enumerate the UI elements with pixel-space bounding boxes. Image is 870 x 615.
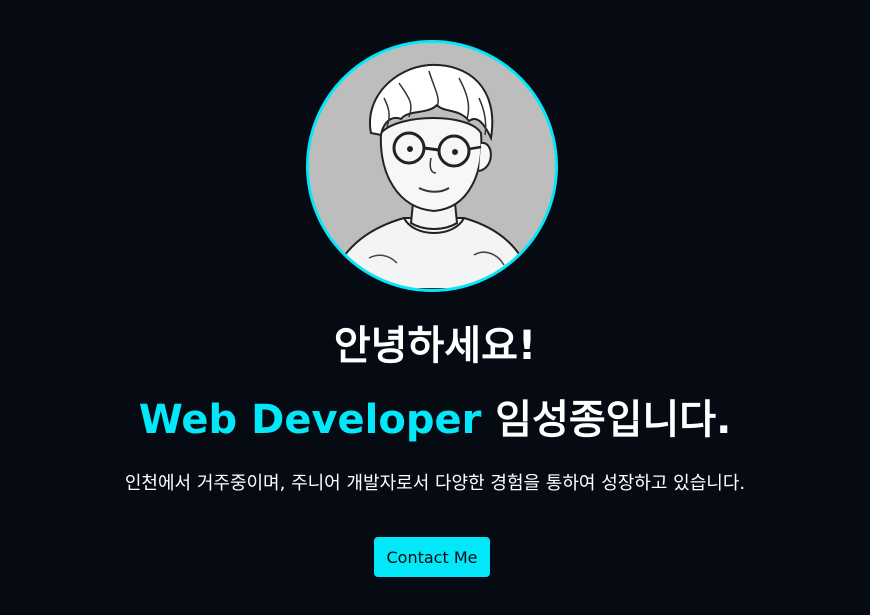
contact-me-button[interactable]: Contact Me <box>374 537 490 577</box>
profile-avatar <box>306 40 558 292</box>
profile-illustration <box>309 43 555 289</box>
job-title-highlight: Web Developer <box>138 397 482 443</box>
intro-heading: Web Developer 임성종입니다. <box>0 390 870 450</box>
home-section: 안녕하세요! Web Developer 임성종입니다. 인천에서 거주중이며,… <box>0 0 870 615</box>
intro-name: 임성종입니다. <box>481 397 732 443</box>
intro-description: 인천에서 거주중이며, 주니어 개발자로서 다양한 경험을 통하여 성장하고 있… <box>124 473 746 494</box>
greeting-heading: 안녕하세요! <box>333 323 537 369</box>
